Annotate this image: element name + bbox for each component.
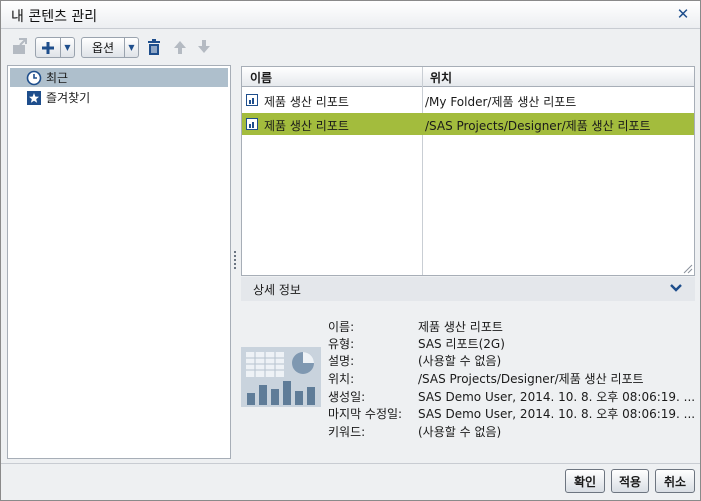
detail-description: 설명: (사용할 수 없음)	[328, 352, 688, 369]
cell-name: 제품 생산 리포트	[264, 95, 349, 109]
ok-button[interactable]: 확인	[565, 469, 605, 493]
manage-content-dialog: 내 콘텐츠 관리 ✕ ▼ 옵션 ▼ 최근 즐겨찾기 이름 위치 제품 생산 리포…	[0, 0, 701, 501]
detail-label: 위치:	[328, 372, 355, 386]
chevron-down-icon[interactable]: ▼	[124, 38, 138, 57]
details-header[interactable]: 상세 정보	[241, 277, 695, 301]
sidebar-item-recent[interactable]: 최근	[10, 68, 228, 87]
detail-label: 이름:	[328, 320, 355, 334]
details-panel: 이름: 제품 생산 리포트 유형: SAS 리포트(2G) 설명: (사용할 수…	[241, 301, 695, 459]
sidebar-item-label: 최근	[46, 71, 69, 85]
column-header-name[interactable]: 이름	[250, 69, 272, 86]
content-table: 이름 위치 제품 생산 리포트 /My Folder/제품 생산 리포트 제품 …	[241, 66, 695, 276]
chevron-down-icon[interactable]: ▼	[60, 38, 74, 57]
detail-label: 키워드:	[328, 425, 366, 439]
detail-label: 유형:	[328, 337, 355, 351]
import-icon[interactable]	[11, 38, 29, 56]
chevron-down-icon[interactable]	[669, 281, 683, 295]
star-icon	[27, 90, 41, 105]
report-icon	[246, 94, 258, 106]
detail-value: (사용할 수 없음)	[418, 425, 502, 439]
cell-location: /SAS Projects/Designer/제품 생산 리포트	[425, 119, 651, 133]
arrow-down-icon[interactable]	[195, 38, 213, 56]
dialog-title: 내 콘텐츠 관리	[11, 9, 98, 25]
detail-value: SAS Demo User, 2014. 10. 8. 오후 08:06:19.…	[418, 390, 696, 404]
detail-value: /SAS Projects/Designer/제품 생산 리포트	[418, 372, 644, 386]
history-icon	[26, 70, 42, 85]
cell-location: /My Folder/제품 생산 리포트	[425, 95, 577, 109]
options-label: 옵션	[91, 41, 115, 55]
table-header: 이름 위치	[242, 67, 694, 87]
table-row[interactable]: 제품 생산 리포트 /My Folder/제품 생산 리포트	[242, 89, 694, 111]
detail-modified: 마지막 수정일: SAS Demo User, 2014. 10. 8. 오후 …	[328, 405, 695, 422]
detail-value: 제품 생산 리포트	[418, 320, 503, 334]
resize-grip-icon[interactable]	[683, 264, 693, 274]
cancel-button[interactable]: 취소	[655, 469, 695, 493]
toolbar: ▼ 옵션 ▼	[1, 30, 700, 64]
detail-label: 마지막 수정일:	[328, 407, 403, 421]
options-split-button[interactable]: 옵션 ▼	[81, 37, 139, 58]
trash-icon[interactable]	[145, 38, 163, 56]
navigation-pane: 최근 즐겨찾기	[7, 65, 231, 459]
add-split-button[interactable]: ▼	[35, 37, 75, 58]
detail-keywords: 키워드: (사용할 수 없음)	[328, 423, 688, 440]
detail-value: SAS 리포트(2G)	[418, 337, 505, 351]
footer-divider	[1, 463, 700, 464]
details-title: 상세 정보	[253, 283, 301, 297]
detail-value: (사용할 수 없음)	[418, 354, 502, 368]
detail-created: 생성일: SAS Demo User, 2014. 10. 8. 오후 08:0…	[328, 388, 695, 405]
table-row-selected[interactable]: 제품 생산 리포트 /SAS Projects/Designer/제품 생산 리…	[242, 113, 694, 135]
detail-label: 설명:	[328, 354, 355, 368]
detail-type: 유형: SAS 리포트(2G)	[328, 335, 688, 352]
report-icon	[246, 118, 258, 130]
sidebar-item-favorites[interactable]: 즐겨찾기	[10, 88, 228, 107]
arrow-up-icon[interactable]	[171, 38, 189, 56]
column-header-location[interactable]: 위치	[430, 69, 452, 86]
pane-splitter[interactable]	[233, 249, 237, 273]
sidebar-item-label: 즐겨찾기	[46, 91, 91, 105]
detail-label: 생성일:	[328, 390, 366, 404]
report-thumbnail-icon	[241, 347, 321, 407]
cell-name: 제품 생산 리포트	[264, 119, 349, 133]
plus-icon[interactable]	[36, 38, 60, 57]
detail-value: SAS Demo User, 2014. 10. 8. 오후 08:06:19.…	[418, 407, 696, 421]
apply-button[interactable]: 적용	[611, 469, 649, 493]
close-icon[interactable]: ✕	[674, 5, 692, 23]
title-bar: 내 콘텐츠 관리 ✕	[1, 1, 700, 29]
detail-name: 이름: 제품 생산 리포트	[328, 318, 688, 335]
detail-location: 위치: /SAS Projects/Designer/제품 생산 리포트	[328, 370, 688, 387]
